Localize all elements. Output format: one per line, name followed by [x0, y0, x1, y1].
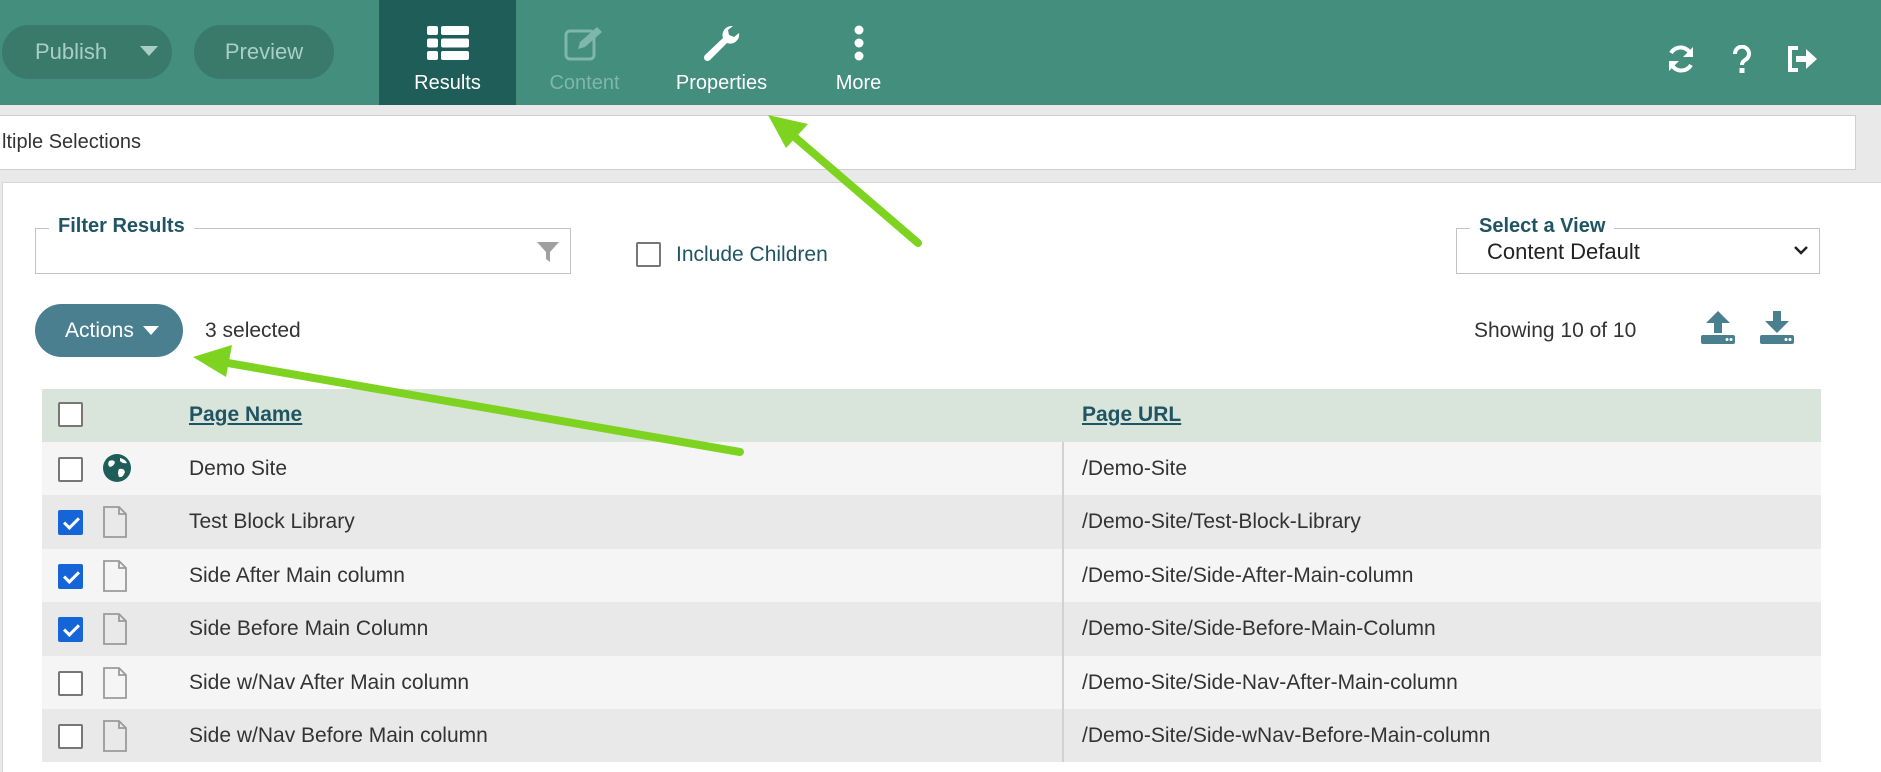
page-icon: [102, 506, 128, 543]
select-all-checkbox[interactable]: [58, 402, 83, 427]
table-header: Page Name Page URL: [42, 389, 1821, 442]
list-icon: [426, 24, 469, 62]
page-url: /Demo-Site/Side-wNav-Before-Main-column: [1082, 723, 1491, 747]
row-checkbox[interactable]: [58, 510, 83, 536]
select-view-legend: Select a View: [1470, 215, 1615, 238]
top-toolbar: Publish Preview Results Content Properti…: [0, 0, 1881, 105]
page-icon: [102, 613, 128, 650]
page-url: /Demo-Site/Side-After-Main-column: [1082, 563, 1414, 587]
column-divider: [1062, 602, 1064, 656]
column-divider: [1062, 442, 1064, 496]
column-divider: [1062, 548, 1064, 603]
page-name[interactable]: Side Before Main Column: [189, 617, 428, 641]
caret-down-icon: [140, 46, 158, 56]
tab-properties-label: Properties: [675, 72, 768, 94]
column-divider: [1062, 708, 1064, 763]
edit-icon: [564, 24, 606, 62]
page-url: /Demo-Site/Side-Nav-After-Main-column: [1082, 670, 1458, 694]
page-name[interactable]: Side w/Nav After Main column: [189, 671, 469, 695]
include-children-label: Include Children: [676, 242, 828, 266]
table-row[interactable]: Side Before Main Column /Demo-Site/Side-…: [42, 602, 1821, 656]
row-checkbox[interactable]: [58, 723, 83, 749]
help-icon[interactable]: [1725, 42, 1759, 76]
page-url: /Demo-Site: [1082, 457, 1188, 480]
breadcrumb-text: ltiple Selections: [2, 131, 141, 153]
column-header-page-name[interactable]: Page Name: [189, 403, 302, 427]
wrench-icon: [702, 24, 742, 62]
include-children-option[interactable]: Include Children: [636, 242, 828, 267]
selected-count: 3 selected: [205, 319, 301, 342]
page-name[interactable]: Test Block Library: [189, 510, 355, 534]
table-row[interactable]: Test Block Library /Demo-Site/Test-Block…: [42, 495, 1821, 549]
page-name[interactable]: Demo Site: [189, 457, 287, 481]
row-checkbox[interactable]: [58, 457, 83, 482]
tab-results[interactable]: Results: [379, 0, 516, 105]
actions-button[interactable]: Actions: [35, 304, 183, 357]
upload-icon[interactable]: [1700, 309, 1736, 350]
tab-more-label: More: [835, 72, 882, 94]
column-divider: [1062, 655, 1064, 709]
showing-count: Showing 10 of 10: [1474, 319, 1637, 342]
tab-content[interactable]: Content: [516, 0, 653, 105]
page-name[interactable]: Side w/Nav Before Main column: [189, 724, 488, 748]
publish-label: Publish: [35, 39, 108, 64]
caret-down-icon: [143, 326, 159, 335]
column-header-page-url[interactable]: Page URL: [1082, 403, 1181, 427]
include-children-checkbox[interactable]: [636, 242, 661, 267]
page-icon: [102, 559, 128, 597]
more-vertical-icon: [853, 24, 865, 62]
table-row[interactable]: Side w/Nav After Main column /Demo-Site/…: [42, 655, 1821, 709]
page-icon: [102, 666, 128, 704]
chevron-down-icon: [1793, 243, 1809, 261]
breadcrumb: ltiple Selections: [0, 115, 1856, 170]
filter-results-field[interactable]: Filter Results: [35, 215, 571, 274]
table-row[interactable]: Demo Site /Demo-Site: [42, 442, 1821, 496]
column-divider: [1062, 495, 1064, 549]
select-view-value: Content Default: [1487, 239, 1640, 264]
filter-results-legend: Filter Results: [49, 215, 194, 238]
row-checkbox[interactable]: [58, 617, 83, 643]
globe-icon: [102, 453, 132, 488]
tab-more[interactable]: More: [790, 0, 927, 105]
download-icon[interactable]: [1759, 309, 1795, 350]
tab-results-label: Results: [414, 72, 481, 94]
row-checkbox[interactable]: [58, 670, 83, 696]
results-table: Page Name Page URL Demo Site /Demo-Site: [42, 389, 1821, 763]
select-view-dropdown[interactable]: Select a View Content Default: [1456, 215, 1820, 274]
actions-label: Actions: [65, 318, 134, 342]
tab-properties[interactable]: Properties: [653, 0, 790, 105]
funnel-icon[interactable]: [536, 240, 560, 269]
refresh-icon[interactable]: [1664, 42, 1698, 76]
page-url: /Demo-Site/Test-Block-Library: [1082, 510, 1361, 534]
table-row[interactable]: Side After Main column /Demo-Site/Side-A…: [42, 548, 1821, 603]
logout-icon[interactable]: [1785, 42, 1819, 76]
publish-button[interactable]: Publish: [2, 25, 172, 79]
row-checkbox[interactable]: [58, 563, 83, 589]
table-row[interactable]: Side w/Nav Before Main column /Demo-Site…: [42, 708, 1821, 763]
preview-label: Preview: [224, 39, 304, 64]
results-panel: Filter Results Include Children Select a…: [2, 182, 1881, 772]
page-url: /Demo-Site/Side-Before-Main-Column: [1082, 617, 1436, 641]
page-name[interactable]: Side After Main column: [189, 564, 405, 588]
tab-content-label: Content: [549, 72, 620, 94]
page-icon: [102, 720, 128, 757]
preview-button[interactable]: Preview: [194, 25, 334, 79]
